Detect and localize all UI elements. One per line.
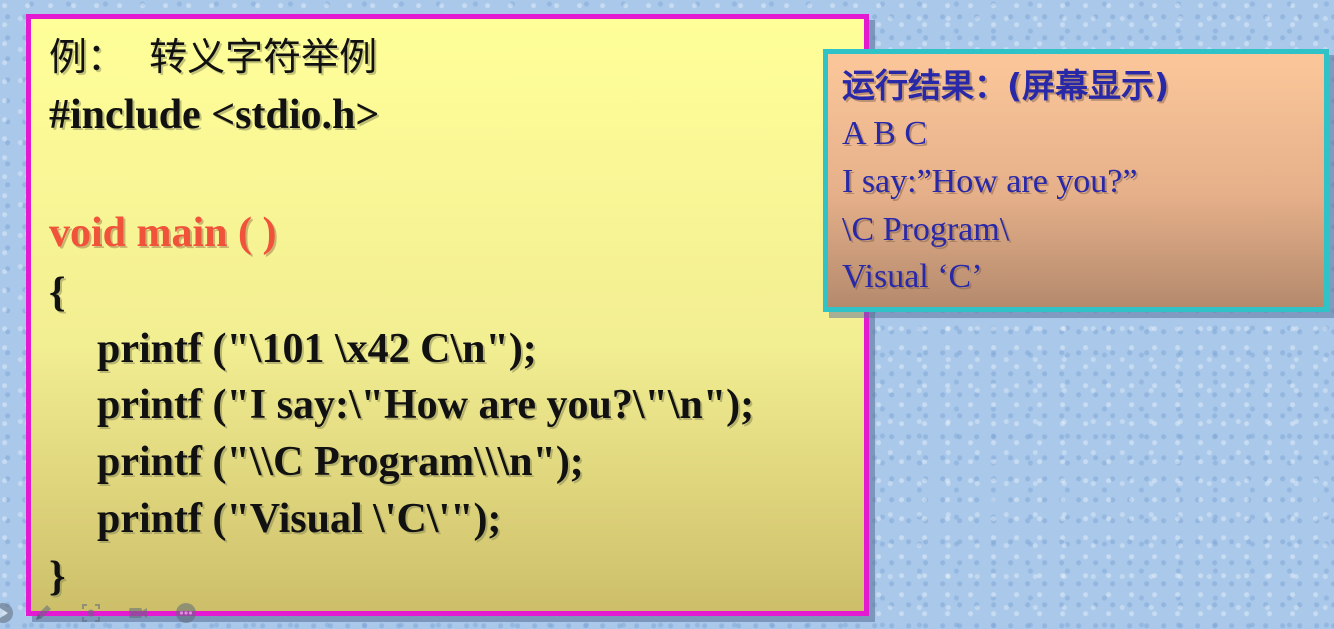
result-line-3: \C Program\ [842, 211, 1010, 248]
code-panel: 例： 转义字符举例 #include <stdio.h> void main (… [26, 14, 869, 616]
result-panel: 运行结果：(屏幕显示) A B C I say:”How are you?” \… [823, 49, 1329, 312]
code-line-printf-2: printf ("I say:\"How are you?\"\n"); [97, 382, 755, 428]
presentation-toolbar [0, 598, 220, 626]
play-icon[interactable] [0, 602, 14, 624]
code-line-open-brace: { [49, 270, 66, 316]
code-line-close-brace: } [49, 554, 66, 600]
pen-icon[interactable] [32, 602, 54, 624]
code-line-main: void main ( ) [49, 210, 277, 256]
result-heading: 运行结果：(屏幕显示) [842, 66, 1170, 105]
code-line-printf-3: printf ("\\C Program\\\n"); [97, 439, 584, 485]
code-line-printf-4: printf ("Visual \'C\'"); [97, 496, 502, 542]
code-line-include: #include <stdio.h> [49, 92, 380, 138]
code-line-printf-1: printf ("\101 \x42 C\n"); [97, 326, 537, 372]
result-line-1: A B C [842, 115, 928, 152]
camera-icon[interactable] [127, 602, 149, 624]
more-icon[interactable] [175, 602, 197, 624]
code-title: 例： 转义字符举例 [49, 35, 378, 79]
zoom-icon[interactable] [80, 602, 102, 624]
result-line-4: Visual ‘C’ [842, 258, 983, 295]
slide: 例： 转义字符举例 #include <stdio.h> void main (… [0, 0, 1334, 626]
result-line-2: I say:”How are you?” [842, 163, 1138, 200]
